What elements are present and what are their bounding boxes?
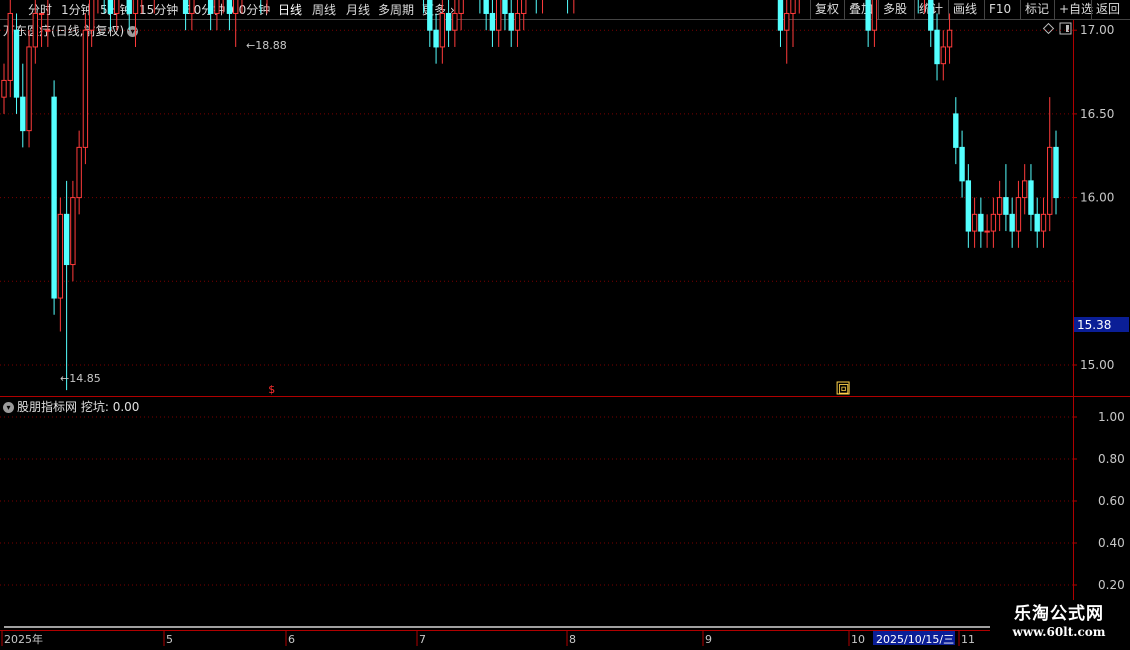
chart-canvas[interactable]: 18.5018.0017.5017.0016.5016.0015.001.000…: [0, 0, 1130, 650]
price-tick-label: 15.00: [1080, 358, 1114, 372]
candle-up[interactable]: [132, 0, 139, 14]
candle-down[interactable]: [865, 0, 871, 31]
date-label-0: 2025年: [4, 632, 43, 646]
candle-up[interactable]: [7, 12, 13, 81]
candle-down[interactable]: [63, 213, 70, 266]
indicator-tick-label: 0.80: [1098, 452, 1125, 466]
candle-up[interactable]: [82, 29, 89, 148]
low-price-label: ←14.85: [60, 372, 101, 385]
candle-up[interactable]: [458, 0, 464, 14]
date-label-6: 10: [851, 633, 865, 646]
candle-down[interactable]: [126, 0, 132, 14]
candle-down[interactable]: [489, 12, 496, 31]
candle-up[interactable]: [439, 12, 446, 48]
candle-up[interactable]: [32, 12, 39, 48]
candle-down[interactable]: [1034, 213, 1040, 232]
candle-up[interactable]: [784, 12, 790, 31]
date-label-1: 5: [166, 633, 173, 646]
candle-up[interactable]: [996, 197, 1003, 215]
watermark: 乐淘公式网 www.60lt.com: [992, 604, 1126, 646]
price-tick-label: 16.50: [1080, 107, 1114, 121]
candle-up[interactable]: [1015, 197, 1022, 232]
candle-up[interactable]: [1040, 213, 1047, 232]
candle-up[interactable]: [871, 0, 878, 31]
candle-up[interactable]: [76, 146, 82, 199]
candle-down[interactable]: [508, 12, 514, 31]
candle-up[interactable]: [521, 0, 527, 14]
candle-down[interactable]: [20, 96, 26, 132]
indicator-tick-label: 0.60: [1098, 494, 1125, 508]
candle-down[interactable]: [1053, 146, 1059, 199]
candle-up[interactable]: [1047, 146, 1053, 215]
high-price-label: ←18.88: [246, 39, 287, 52]
candle-down[interactable]: [13, 29, 20, 98]
candle-up[interactable]: [26, 46, 32, 132]
candle-down[interactable]: [978, 213, 984, 232]
candle-down[interactable]: [502, 0, 508, 14]
price-tick-label: 16.00: [1080, 191, 1114, 205]
candle-down[interactable]: [934, 29, 940, 65]
candle-up[interactable]: [495, 0, 502, 31]
current-price-label: 15.38: [1077, 318, 1111, 332]
candle-down[interactable]: [427, 0, 433, 31]
candle-up[interactable]: [88, 0, 95, 31]
date-label-4: 8: [569, 633, 576, 646]
candle-down[interactable]: [928, 0, 934, 31]
candle-up[interactable]: [214, 0, 220, 14]
candle-up[interactable]: [790, 0, 796, 14]
date-label-2: 6: [288, 633, 295, 646]
candle-down[interactable]: [226, 0, 233, 14]
date-label-3: 7: [419, 633, 426, 646]
candle-up[interactable]: [452, 12, 458, 31]
date-label-5: 9: [705, 633, 712, 646]
candle-down[interactable]: [51, 96, 57, 299]
candle-down[interactable]: [959, 146, 965, 182]
candle-up[interactable]: [70, 197, 76, 266]
price-tick-label: 17.00: [1080, 23, 1114, 37]
watermark-name: 乐淘公式网: [1014, 604, 1104, 624]
indicator-tick-label: 0.20: [1098, 578, 1125, 592]
indicator-tick-label: 1.00: [1098, 410, 1125, 424]
candle-up[interactable]: [984, 230, 990, 233]
date-highlight-label: 2025/10/15/三: [876, 633, 954, 646]
candle-up[interactable]: [232, 0, 239, 14]
candle-up[interactable]: [45, 29, 51, 32]
candle-down[interactable]: [207, 0, 214, 14]
candle-up[interactable]: [940, 46, 946, 65]
candle-down[interactable]: [777, 0, 784, 31]
event-marker-0[interactable]: $: [268, 383, 275, 396]
candle-down[interactable]: [483, 0, 489, 14]
candle-up[interactable]: [990, 213, 997, 232]
candle-up[interactable]: [1, 79, 7, 98]
candle-up[interactable]: [1021, 180, 1028, 199]
candle-down[interactable]: [445, 12, 452, 31]
candle-down[interactable]: [182, 0, 189, 14]
candle-up[interactable]: [114, 0, 120, 14]
candle-up[interactable]: [971, 213, 978, 232]
candle-up[interactable]: [38, 12, 45, 15]
candle-down[interactable]: [965, 180, 972, 232]
candle-up[interactable]: [514, 12, 521, 31]
candle-down[interactable]: [107, 0, 114, 14]
watermark-url: www.60lt.com: [1012, 625, 1106, 639]
candle-down[interactable]: [433, 29, 439, 48]
candle-down[interactable]: [953, 113, 959, 148]
candle-down[interactable]: [1009, 213, 1015, 232]
candle-up[interactable]: [189, 0, 195, 14]
candle-down[interactable]: [1003, 197, 1009, 215]
candle-up[interactable]: [57, 213, 64, 299]
event-marker-1[interactable]: 回: [838, 383, 849, 396]
date-label-7: 11: [961, 633, 975, 646]
candle-up[interactable]: [946, 29, 953, 48]
candle-down[interactable]: [1028, 180, 1034, 215]
indicator-tick-label: 0.40: [1098, 536, 1125, 550]
